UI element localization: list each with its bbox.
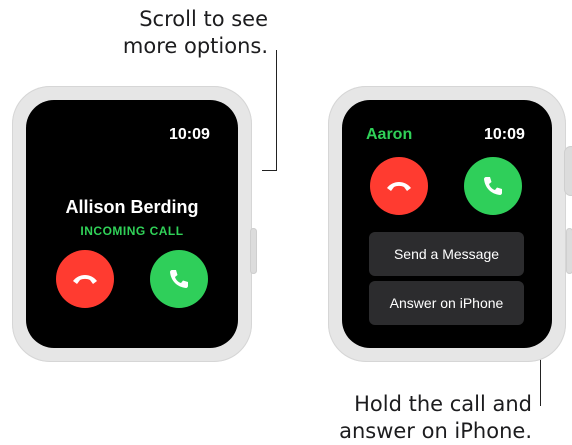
scroll-callout: Scroll to see more options.: [100, 6, 268, 60]
hold-callout-line2: answer on iPhone.: [339, 419, 532, 443]
scroll-leader-vertical: [276, 50, 277, 171]
phone-hangup-icon: [71, 272, 99, 286]
scroll-callout-line1: Scroll to see: [139, 7, 268, 31]
phone-icon: [167, 267, 191, 291]
watch-left-side-button[interactable]: [250, 228, 257, 274]
watch-right-screen: Aaron 10:09 Send a Message Answer on iPh…: [342, 100, 552, 348]
decline-call-button[interactable]: [56, 250, 114, 308]
incoming-call-status: INCOMING CALL: [80, 224, 184, 238]
hold-callout-line1: Hold the call and: [354, 392, 532, 416]
caller-name-short: Aaron: [366, 126, 413, 143]
watch-left-screen: 10:09 Allison Berding INCOMING CALL: [26, 100, 238, 348]
send-message-button[interactable]: Send a Message: [369, 232, 524, 276]
watch-right-digital-crown[interactable]: [564, 146, 572, 196]
accept-call-button[interactable]: [150, 250, 208, 308]
scroll-callout-line2: more options.: [122, 34, 268, 58]
scroll-leader-horizontal: [262, 170, 277, 171]
watch-right-time: 10:09: [484, 126, 525, 143]
phone-icon: [481, 174, 505, 198]
decline-call-button[interactable]: [370, 157, 428, 215]
watch-left-time: 10:09: [169, 126, 210, 143]
answer-on-iphone-button[interactable]: Answer on iPhone: [369, 281, 524, 325]
phone-hangup-icon: [385, 179, 413, 193]
hold-callout: Hold the call and answer on iPhone.: [330, 391, 532, 445]
caller-name: Allison Berding: [65, 197, 199, 217]
accept-call-button[interactable]: [464, 157, 522, 215]
watch-right-side-button[interactable]: [566, 228, 572, 274]
